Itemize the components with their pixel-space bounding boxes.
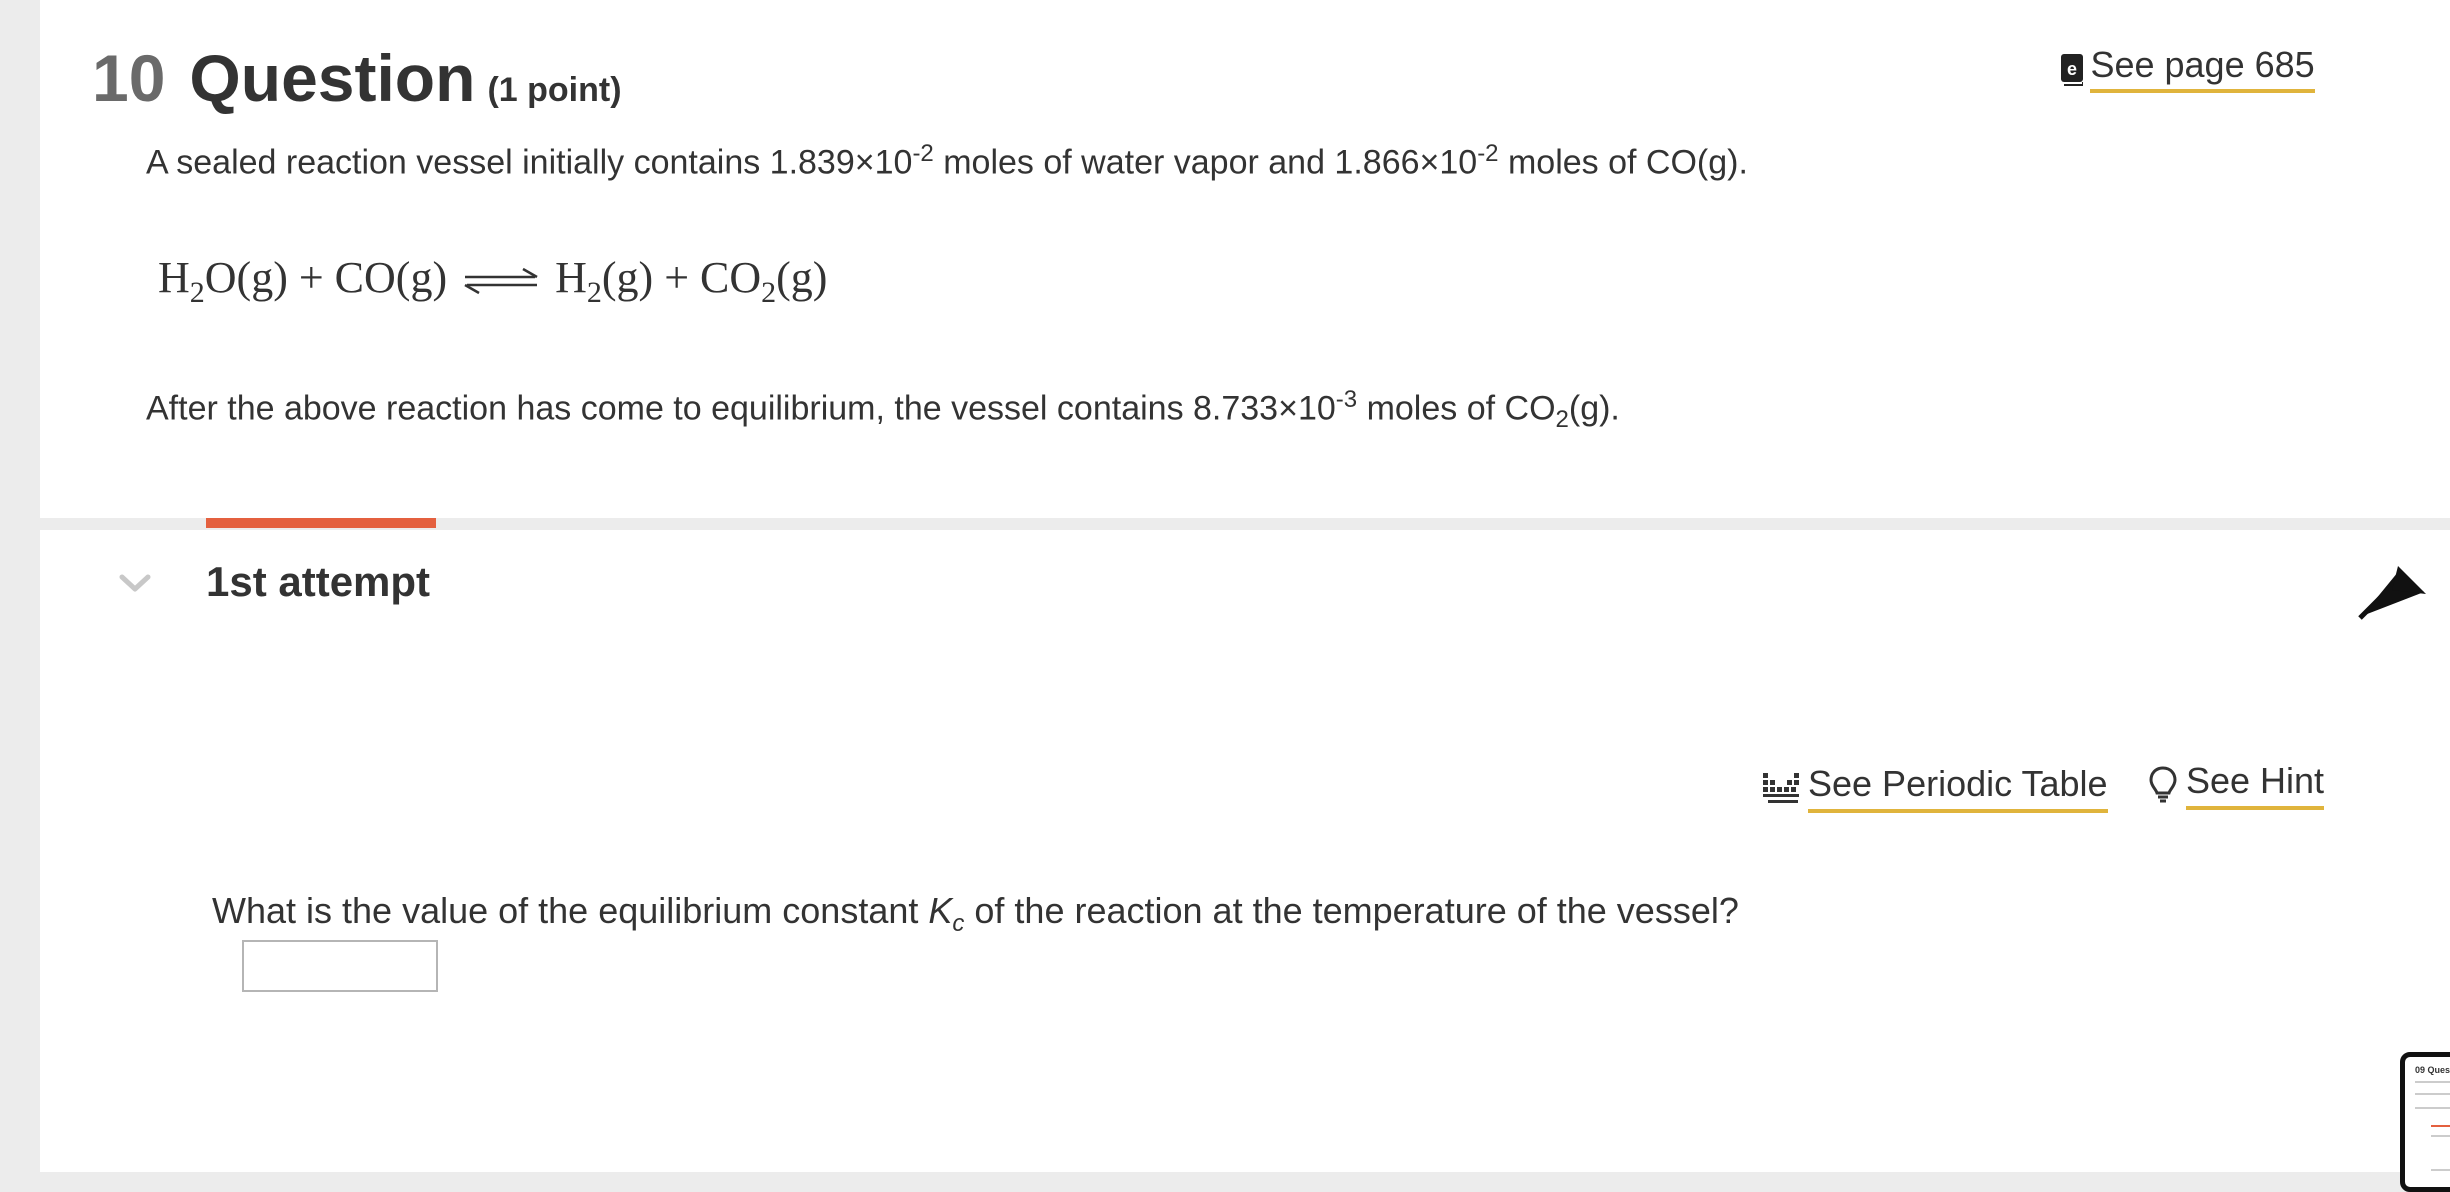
mouse-cursor-icon	[2354, 560, 2430, 625]
see-page-link[interactable]: e See page 685	[2060, 44, 2315, 93]
chemical-equation: H2O(g) + CO(g) H2(g) + CO2(g)	[158, 253, 828, 309]
see-page-label[interactable]: See page 685	[2090, 44, 2315, 93]
svg-text:e: e	[2067, 59, 2077, 79]
kc-symbol: Kc	[928, 890, 965, 938]
see-periodic-table-label[interactable]: See Periodic Table	[1808, 763, 2108, 813]
question-points: (1 point)	[487, 71, 622, 109]
question-header: 10 Question (1 point)	[92, 40, 622, 120]
ebook-icon: e	[2060, 53, 2086, 92]
chevron-down-icon[interactable]	[118, 572, 152, 599]
attempt-title[interactable]: 1st attempt	[206, 558, 430, 606]
thumbnail-title: 09 Question (1 point)	[2415, 1065, 2450, 1075]
screenshot-thumbnail[interactable]: 09 Question (1 point)	[2400, 1052, 2450, 1192]
see-periodic-table-link[interactable]: See Periodic Table	[1762, 763, 2108, 813]
equilibrium-arrows-icon	[461, 256, 541, 307]
periodic-table-icon	[1762, 771, 1800, 805]
question-prompt: What is the value of the equilibrium con…	[212, 890, 1739, 938]
stem-equilibrium-conditions: After the above reaction has come to equ…	[146, 386, 1620, 434]
question-number: 10	[92, 41, 166, 115]
question-title: Question	[189, 41, 476, 115]
question-page: 10 Question (1 point) e See page 685 A sea…	[40, 0, 2450, 1192]
see-hint-label[interactable]: See Hint	[2185, 760, 2325, 810]
lightbulb-icon	[2148, 765, 2178, 805]
stem-initial-conditions: A sealed reaction vessel initially conta…	[146, 140, 1748, 182]
see-hint-link[interactable]: See Hint	[2148, 760, 2325, 810]
tool-links: See Periodic Table See Hint	[1762, 760, 2325, 813]
answer-input[interactable]	[242, 940, 438, 992]
attempt-tab-indicator	[206, 518, 436, 528]
